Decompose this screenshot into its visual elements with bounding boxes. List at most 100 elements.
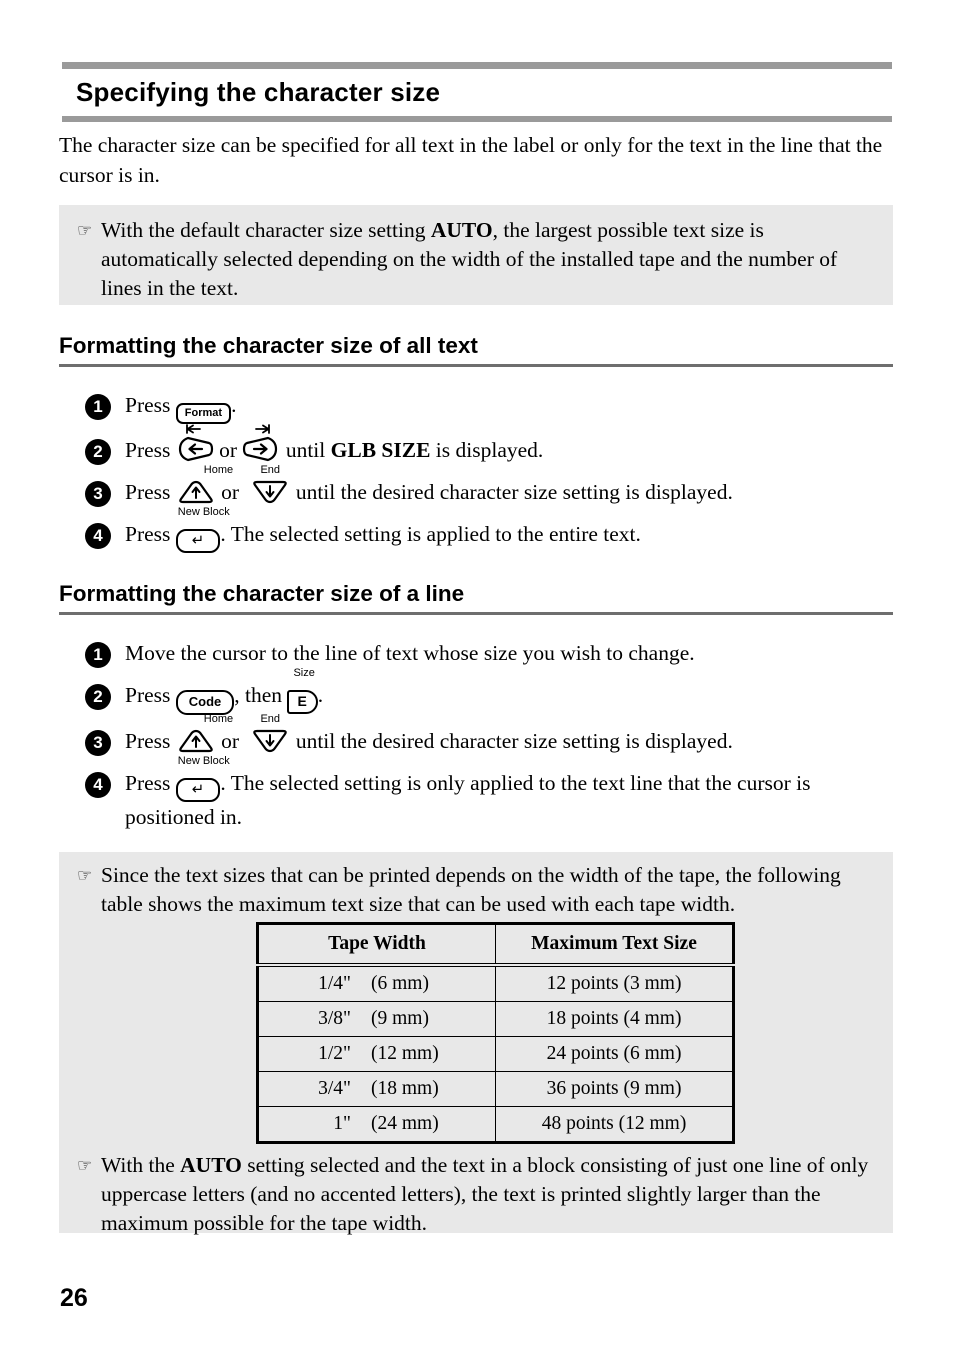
cell-tape-width-mm: (24 mm) [371, 1113, 439, 1134]
step-text: Press or until GLB SIZE is displayed. [111, 424, 895, 466]
up-arrow-key-icon [179, 480, 213, 504]
cell-tape-width-mm: (6 mm) [371, 973, 429, 994]
cell-tape-width: 3/4" (18 mm) [257, 1071, 496, 1107]
step-text-after: . [231, 393, 237, 417]
cell-tape-width-mm: (12 mm) [371, 1043, 439, 1064]
step-text: Move the cursor to the line of text whos… [125, 641, 695, 665]
left-tick-icon [185, 424, 201, 434]
intro-paragraph: The character size can be specified for … [59, 133, 883, 187]
cell-max-text-size: 36 points (9 mm) [495, 1071, 734, 1107]
step-number-badge: 2 [85, 684, 111, 710]
cell-tape-width-fraction: 1" [333, 1113, 351, 1134]
step-number-badge: 2 [85, 439, 111, 465]
key-code-label: Code [175, 690, 235, 715]
key-size-e[interactable]: E Size [287, 667, 318, 714]
cell-tape-width: 1/4" (6 mm) [257, 964, 496, 1002]
key-down-sublabel: End [260, 713, 281, 725]
step-text-tail: is displayed. [430, 438, 544, 462]
title-rule-bottom [62, 115, 892, 122]
key-format[interactable]: Format [175, 390, 232, 424]
key-cursor-up[interactable]: Home [176, 713, 233, 757]
key-cursor-right[interactable] [242, 424, 280, 466]
note-top-text-before: With the default character size setting [101, 218, 431, 242]
cell-max-text-size: 18 points (4 mm) [495, 1001, 734, 1037]
steps-a-line: 1 Move the cursor to the line of text wh… [85, 638, 895, 844]
up-arrow-key-icon [179, 729, 213, 753]
cell-tape-width: 1/2" (12 mm) [257, 1036, 496, 1072]
step-item: 2 Press Code, then E Size. [85, 667, 895, 715]
right-tick-icon [255, 424, 271, 434]
step-item: 4 Press ↵ New Block . The selected setting… [85, 755, 895, 833]
table-header-max-text-size: Maximum Text Size [495, 923, 734, 967]
key-cursor-left[interactable] [176, 424, 214, 466]
cell-max-text-size: 24 points (6 mm) [495, 1036, 734, 1072]
step-text-before: Press [125, 393, 176, 417]
step-text-middle: or [215, 480, 245, 504]
step-number-badge: 4 [85, 772, 111, 798]
step-item: 3 Press Home or End until the desired ch… [85, 713, 895, 757]
cell-tape-width: 3/8" (9 mm) [257, 1001, 496, 1037]
step-text-after: until [280, 438, 331, 462]
step-text: Press ↵ New Block . The selected setting i… [111, 755, 895, 833]
step-text-after: . The selected setting is only applied t… [125, 771, 811, 829]
key-e-label: E [287, 690, 318, 714]
cell-tape-width-fraction: 3/4" [318, 1078, 351, 1099]
step-item: 1 Move the cursor to the line of text wh… [85, 638, 895, 669]
key-enter-label: ↵ [175, 529, 221, 553]
note-bottom-before: With the [101, 1153, 181, 1177]
step-text-before: Press [125, 683, 176, 707]
step-text-before: Press [125, 771, 176, 795]
step-text-before: Press [125, 438, 176, 462]
step-text-middle: , then [234, 683, 288, 707]
key-cursor-up[interactable]: Home [176, 464, 233, 508]
down-arrow-key-icon [253, 480, 288, 504]
table-row: 3/4" (18 mm) 36 points (9 mm) [257, 1071, 734, 1107]
page-title: Specifying the character size [76, 77, 441, 107]
step-number-badge: 3 [85, 481, 111, 507]
step-text: Press ↵ New Block . The selected setting i… [111, 506, 895, 553]
cell-tape-width: 1" (24 mm) [257, 1106, 496, 1143]
step-text-middle: or [215, 729, 245, 753]
cell-tape-width-fraction: 3/8" [318, 1008, 351, 1029]
table-row: 1" (24 mm) 48 points (12 mm) [257, 1106, 734, 1143]
table-header-tape-width: Tape Width [257, 923, 496, 967]
key-new-block[interactable]: ↵ New Block [175, 755, 230, 802]
step-text-emphasis: GLB SIZE [330, 438, 431, 462]
section-rule [59, 364, 893, 367]
pointing-hand-icon: ☞ [77, 866, 93, 885]
note-box-top: ☞ With the default character size settin… [59, 205, 893, 305]
note-bottom-text-2: With the AUTO setting selected and the t… [101, 1151, 893, 1238]
section-heading-a-line-label: Formatting the character size of a line [59, 581, 465, 606]
cell-tape-width-fraction: 1/4" [318, 973, 351, 994]
step-text-middle: or [213, 438, 243, 462]
step-text-before: Press [125, 729, 176, 753]
step-text: Press Code, then E Size. [111, 667, 895, 715]
step-text-before: Press [125, 480, 176, 504]
section-rule [59, 612, 893, 615]
down-arrow-key-icon [253, 729, 288, 753]
step-text-before: Press [125, 522, 176, 546]
key-size-sublabel: Size [293, 667, 315, 679]
step-text-after: until the desired character size setting… [290, 729, 733, 753]
key-code[interactable]: Code [175, 680, 235, 715]
page-number: 26 [60, 1284, 88, 1312]
step-text: Press Home or End until the desired char… [111, 464, 895, 508]
step-text-after: until the desired character size setting… [290, 480, 733, 504]
note-top-text: With the default character size setting … [101, 216, 893, 303]
cell-max-text-size: 12 points (3 mm) [495, 964, 734, 1002]
key-up-sublabel: Home [203, 464, 234, 476]
key-enter-label: ↵ [175, 778, 221, 802]
note-bottom-emphasis: AUTO [180, 1153, 242, 1177]
cell-tape-width-mm: (18 mm) [371, 1078, 439, 1099]
step-item: 2 Press or until GLB SIZE is displayed. [85, 424, 895, 466]
key-cursor-down[interactable]: End [250, 464, 290, 508]
key-new-block[interactable]: ↵ New Block [175, 506, 230, 553]
section-heading-all-text-label: Formatting the character size of all tex… [59, 333, 478, 358]
step-text-after: . [317, 683, 324, 707]
table-body: 1/4" (6 mm) 12 points (3 mm) 3/8" (9 mm) 1… [257, 964, 734, 1143]
table-row: 3/8" (9 mm) 18 points (4 mm) [257, 1001, 734, 1037]
key-cursor-down[interactable]: End [250, 713, 290, 757]
page-title-block: Specifying the character size [62, 62, 892, 122]
step-number-badge: 3 [85, 730, 111, 756]
step-number-badge: 4 [85, 523, 111, 549]
